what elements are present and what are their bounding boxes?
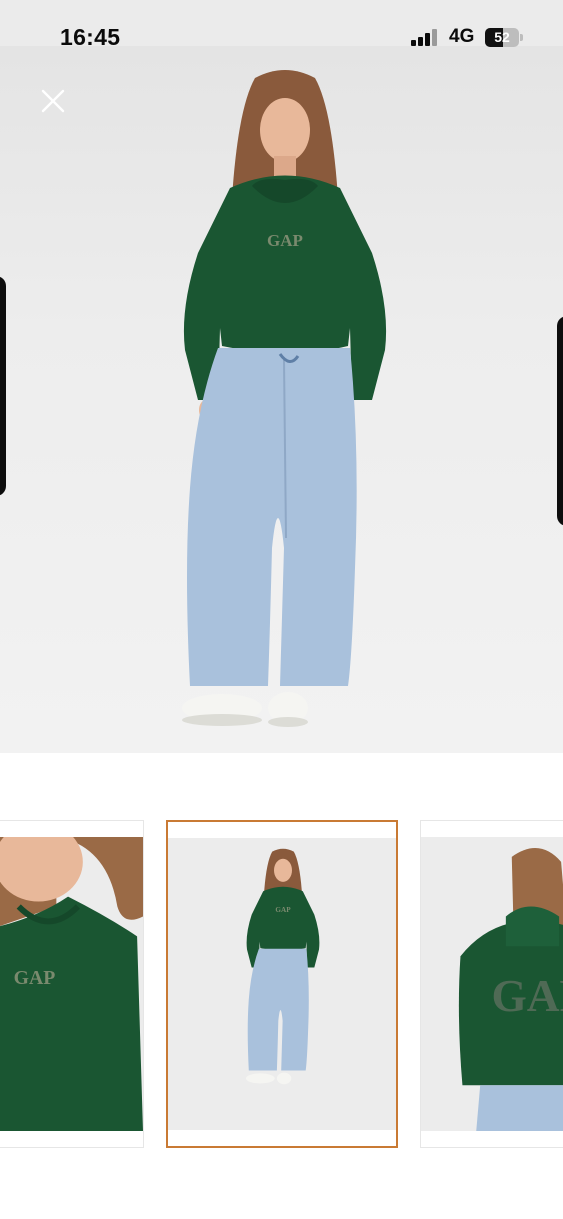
network-type: 4G	[449, 26, 475, 47]
thumbnail-1-graphic: GAP	[0, 837, 143, 1131]
product-hero-image[interactable]: GAP	[0, 46, 563, 753]
thumbnail-2-image: GAP	[168, 838, 396, 1130]
battery-tip	[520, 34, 523, 41]
next-image-edge	[557, 316, 563, 526]
model-figure: GAP	[182, 70, 387, 727]
thumbnail-3-logo: GAP	[492, 970, 563, 1021]
thumbnail-1-logo: GAP	[14, 967, 56, 989]
thumbnail-3[interactable]: GAP	[420, 820, 563, 1148]
previous-image-edge	[0, 276, 6, 496]
signal-icon	[411, 28, 439, 46]
thumbnail-strip: GAP GAP GA	[0, 820, 563, 1150]
close-icon	[41, 89, 65, 113]
thumbnail-1[interactable]: GAP	[0, 820, 144, 1148]
battery-level: 52	[494, 29, 510, 45]
thumbnail-3-graphic: GAP	[421, 837, 563, 1131]
status-time: 16:45	[60, 24, 121, 50]
thumbnail-3-image: GAP	[421, 837, 563, 1131]
thumbnail-2-selected[interactable]: GAP	[166, 820, 398, 1148]
battery-icon: 52	[485, 28, 519, 47]
thumbnail-1-image: GAP	[0, 837, 143, 1131]
thumbnail-2-logo: GAP	[275, 906, 291, 914]
hero-logo-text: GAP	[267, 231, 303, 250]
thumbnail-2-graphic: GAP	[168, 838, 396, 1130]
close-button[interactable]	[36, 84, 70, 118]
status-bar: 16:45 4G 52	[0, 0, 563, 50]
